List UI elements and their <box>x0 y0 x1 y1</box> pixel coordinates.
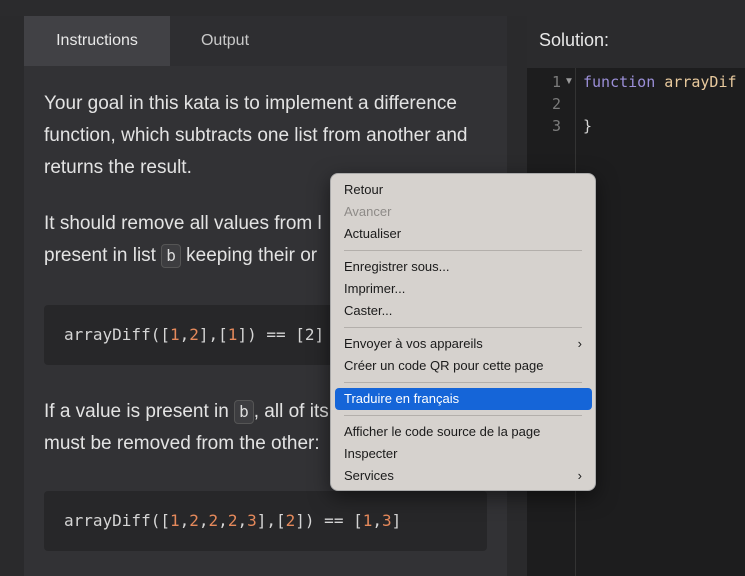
tab-bar: Instructions Output <box>24 16 507 66</box>
para3-line2: must be removed from the other: <box>44 433 320 454</box>
solution-title: Solution: <box>539 30 610 50</box>
code-line[interactable]: } <box>583 117 592 135</box>
menu-item-qr-code[interactable]: Créer un code QR pour cette page <box>335 355 592 377</box>
menu-item-inspect[interactable]: Inspecter <box>335 443 592 465</box>
inline-code: b <box>161 244 181 268</box>
tab-instructions[interactable]: Instructions <box>24 16 170 66</box>
line-number: 2 <box>551 95 561 113</box>
menu-separator <box>344 250 582 251</box>
menu-item-translate[interactable]: Traduire en français <box>335 388 592 410</box>
menu-separator <box>344 327 582 328</box>
description-paragraph: Your goal in this kata is to implement a… <box>44 93 468 178</box>
menu-item-back[interactable]: Retour <box>335 179 592 201</box>
line-number: 3 <box>551 117 561 135</box>
solution-header: Solution: <box>527 16 745 68</box>
menu-item-print[interactable]: Imprimer... <box>335 278 592 300</box>
para2-text: It should remove all values from l <box>44 213 322 234</box>
top-strip <box>0 0 745 16</box>
menu-separator <box>344 382 582 383</box>
line-number: 1 <box>551 73 561 91</box>
code-line[interactable]: function arrayDif <box>583 73 737 91</box>
menu-item-services[interactable]: Services › <box>335 465 592 487</box>
para2-line2: present in list <box>44 245 162 266</box>
fold-arrow-icon[interactable]: ▼ <box>564 76 574 87</box>
para3-text-end: , all of its <box>253 401 329 422</box>
menu-item-view-source[interactable]: Afficher le code source de la page <box>335 421 592 443</box>
para3-text: If a value is present in <box>44 401 235 422</box>
tab-output[interactable]: Output <box>170 16 280 66</box>
chevron-right-icon: › <box>577 468 582 483</box>
inline-code: b <box>234 400 254 424</box>
menu-separator <box>344 415 582 416</box>
context-menu: Retour Avancer Actualiser Enregistrer so… <box>330 173 596 491</box>
menu-item-save-as[interactable]: Enregistrer sous... <box>335 256 592 278</box>
menu-item-forward: Avancer <box>344 204 392 219</box>
menu-item-reload[interactable]: Actualiser <box>335 223 592 245</box>
chevron-right-icon: › <box>577 336 582 351</box>
menu-item-cast[interactable]: Caster... <box>335 300 592 322</box>
para2-line2-end: keeping their or <box>180 245 318 266</box>
menu-item-send-to-devices[interactable]: Envoyer à vos appareils › <box>335 333 592 355</box>
code-example-2: arrayDiff([1,2,2,2,3],[2]) == [1,3] <box>44 491 487 551</box>
